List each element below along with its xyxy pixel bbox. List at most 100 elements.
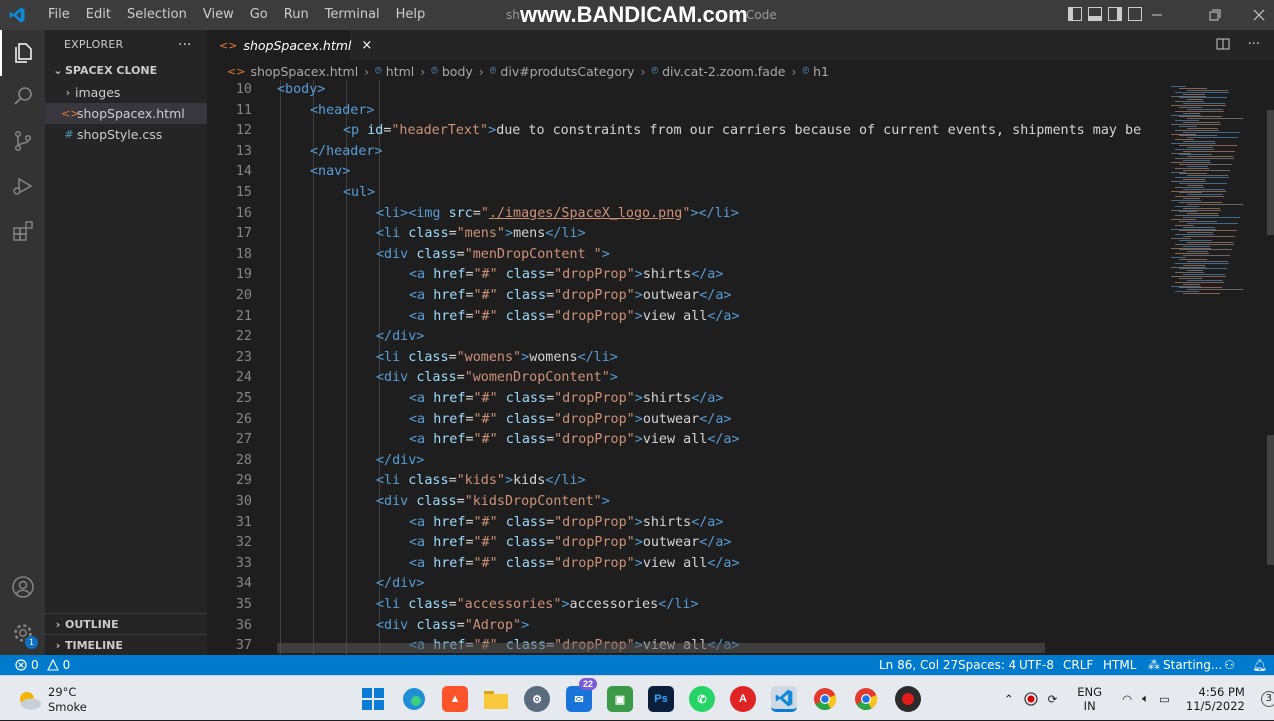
notification-count[interactable]: 3 (1260, 690, 1274, 707)
code-line[interactable]: 26 <a href="#" class="dropProp">outwear</… (207, 410, 1167, 431)
breadcrumb-item[interactable]: h1 (813, 64, 829, 79)
close-tab-icon[interactable]: × (361, 38, 372, 53)
code-line[interactable]: 23 <li class="womens">womens</li> (207, 348, 1167, 369)
menu-run[interactable]: Run (276, 0, 317, 30)
whatsapp-icon[interactable]: ✆ (689, 686, 715, 712)
accounts-activity[interactable] (0, 564, 45, 610)
code-line[interactable]: 35 <li class="accessories">accessories</l… (207, 595, 1167, 616)
chrome-profile-icon[interactable] (853, 686, 879, 712)
minimap[interactable] (1167, 80, 1267, 655)
tree-item-shopspacex-html[interactable]: <> shopSpacex.html (45, 103, 207, 124)
menu-terminal[interactable]: Terminal (317, 0, 388, 30)
project-section[interactable]: ⌄ SPACEX CLONE (45, 60, 207, 82)
indentation[interactable]: Spaces: 4 (958, 655, 1016, 675)
clock[interactable]: 4:56 PM 11/5/2022 (1186, 685, 1245, 713)
code-line[interactable]: 11 <header> (207, 101, 1167, 122)
vertical-scrollbar[interactable] (1267, 80, 1274, 655)
breadcrumb-item[interactable]: shopSpacex.html (250, 64, 358, 79)
toggle-sidebar-icon[interactable] (1068, 7, 1082, 21)
code-line[interactable]: 12 <p id="headerText">due to constraints … (207, 121, 1167, 142)
vscode-taskbar-icon[interactable] (771, 686, 797, 712)
photoshop-icon[interactable]: Ps (648, 686, 674, 712)
settings-app-icon[interactable]: ⚙ (524, 686, 550, 712)
code-line[interactable]: 22 </div> (207, 327, 1167, 348)
line-ending[interactable]: CRLF (1063, 655, 1093, 675)
vertical-scroll-thumb-lower[interactable] (1267, 435, 1274, 565)
code-line[interactable]: 27 <a href="#" class="dropProp">view all<… (207, 430, 1167, 451)
wifi-icon[interactable]: ◠ (1122, 692, 1132, 706)
brave-browser-icon[interactable]: ▲ (442, 686, 468, 712)
battery-icon[interactable]: ▭ (1159, 692, 1170, 706)
code-editor[interactable]: 10 <body> 11 <header> 12 <p id="headerText">d… (207, 80, 1167, 655)
chevron-up-icon[interactable]: ⌃ (1004, 692, 1014, 706)
mail-app-icon[interactable]: ✉ 22 (566, 678, 598, 712)
menu-help[interactable]: Help (388, 0, 434, 30)
manage-activity[interactable]: 1 (0, 610, 45, 656)
search-activity[interactable] (0, 73, 45, 119)
vertical-scroll-thumb[interactable] (1267, 110, 1274, 235)
code-line[interactable]: 14 <nav> (207, 162, 1167, 183)
encoding[interactable]: UTF-8 (1019, 655, 1054, 675)
sync-icon[interactable]: ⟳ (1048, 692, 1058, 706)
code-line[interactable]: 25 <a href="#" class="dropProp">shirts</a… (207, 389, 1167, 410)
bandicam-icon[interactable] (895, 686, 921, 712)
source-control-activity[interactable] (0, 118, 45, 164)
cursor-position[interactable]: Ln 86, Col 27 (879, 655, 958, 675)
language-indicator[interactable]: ENG IN (1077, 685, 1102, 713)
live-server-status[interactable]: ⁂ Starting... (1148, 655, 1222, 675)
code-line[interactable]: 19 <a href="#" class="dropProp">shirts</a… (207, 265, 1167, 286)
notifications-bell-icon[interactable]: 🔔︎ (1252, 655, 1267, 675)
tree-item-images[interactable]: › images (45, 82, 207, 103)
code-line[interactable]: 31 <a href="#" class="dropProp">shirts</a… (207, 513, 1167, 534)
volume-icon[interactable]: 🔈︎ (1142, 691, 1149, 706)
language-mode[interactable]: HTML (1103, 655, 1136, 675)
code-line[interactable]: 16 <li><img src="./images/SpaceX_logo.png… (207, 204, 1167, 225)
acrobat-icon[interactable]: A (730, 686, 756, 712)
explorer-activity[interactable] (0, 30, 45, 76)
toggle-secondary-sidebar-icon[interactable] (1108, 7, 1122, 21)
minimize-button[interactable] (1134, 0, 1180, 30)
code-line[interactable]: 32 <a href="#" class="dropProp">outwear</… (207, 533, 1167, 554)
code-line[interactable]: 36 <div class="Adrop"> (207, 616, 1167, 637)
code-line[interactable]: 18 <div class="menDropContent "> (207, 245, 1167, 266)
close-window-button[interactable] (1236, 0, 1274, 30)
code-line[interactable]: 34 </div> (207, 574, 1167, 595)
timeline-section[interactable]: › TIMELINE (45, 634, 207, 655)
more-actions-icon[interactable]: ··· (1248, 37, 1260, 52)
chrome-icon[interactable] (812, 686, 838, 712)
menu-go[interactable]: Go (242, 0, 276, 30)
horizontal-scrollbar[interactable] (277, 643, 1045, 653)
explorer-more-actions[interactable]: ··· (178, 30, 191, 60)
extensions-activity[interactable] (0, 208, 45, 254)
feedback-icon[interactable]: ⚇ (1224, 655, 1235, 675)
code-line[interactable]: 21 <a href="#" class="dropProp">view all<… (207, 307, 1167, 328)
outline-section[interactable]: › OUTLINE (45, 613, 207, 634)
code-line[interactable]: 17 <li class="mens">mens</li> (207, 224, 1167, 245)
toggle-panel-icon[interactable] (1088, 7, 1102, 21)
problems-indicator[interactable]: 0 0 (15, 655, 70, 675)
breadcrumb-item[interactable]: html (386, 64, 414, 79)
code-line[interactable]: 28 </div> (207, 451, 1167, 472)
menu-file[interactable]: File (40, 0, 78, 30)
tab-shopspacex-html[interactable]: <> shopSpacex.html × (207, 30, 372, 60)
code-line[interactable]: 10 <body> (207, 80, 1167, 101)
code-line[interactable]: 20 <a href="#" class="dropProp">outwear</… (207, 286, 1167, 307)
menu-view[interactable]: View (195, 0, 242, 30)
code-line[interactable]: 24 <div class="womenDropContent"> (207, 368, 1167, 389)
tree-item-shopstyle-css[interactable]: # shopStyle.css (45, 124, 207, 145)
code-line[interactable]: 33 <a href="#" class="dropProp">view all<… (207, 554, 1167, 575)
breadcrumb-item[interactable]: body (442, 64, 473, 79)
restore-button[interactable] (1192, 0, 1238, 30)
code-line[interactable]: 30 <div class="kidsDropContent"> (207, 492, 1167, 513)
start-button[interactable] (360, 686, 386, 712)
edge-browser-icon[interactable] (401, 686, 427, 712)
run-debug-activity[interactable] (0, 163, 45, 209)
breadcrumb-item[interactable]: div#produtsCategory (500, 64, 634, 79)
code-line[interactable]: 15 <ul> (207, 183, 1167, 204)
weather-widget[interactable]: 29°C Smoke (16, 684, 126, 714)
code-line[interactable]: 29 <li class="kids">kids</li> (207, 471, 1167, 492)
file-explorer-icon[interactable] (483, 686, 509, 712)
breadcrumb-item[interactable]: div.cat-2.zoom.fade (662, 64, 785, 79)
split-editor-icon[interactable] (1216, 37, 1230, 51)
recording-tray-icon[interactable] (1023, 691, 1038, 706)
